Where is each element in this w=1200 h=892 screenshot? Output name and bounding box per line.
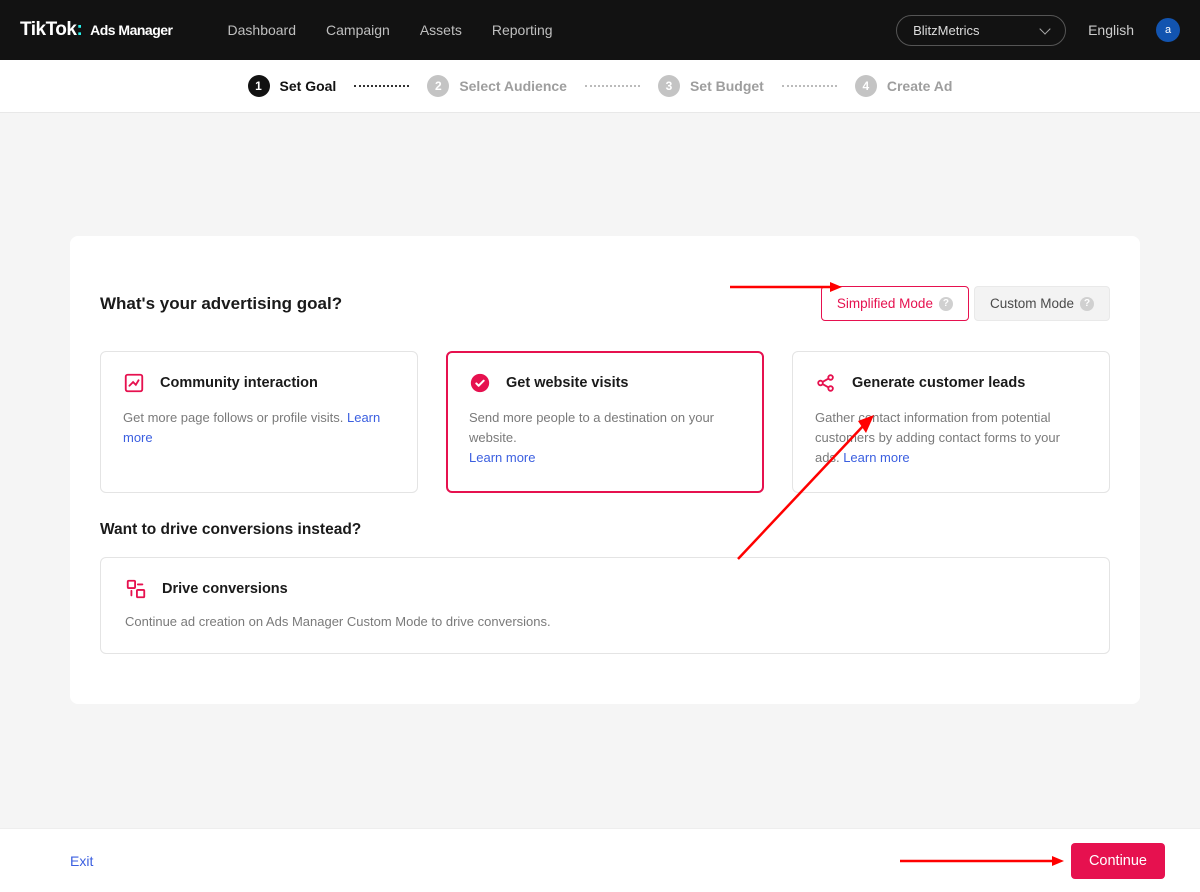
conversion-icon [125,578,147,600]
trend-up-icon [123,372,145,394]
exit-link[interactable]: Exit [70,853,93,869]
help-icon[interactable]: ? [939,297,953,311]
step-set-budget: 3 Set Budget [658,75,764,97]
custom-mode-button[interactable]: Custom Mode ? [974,286,1110,321]
chevron-down-icon [1039,23,1050,34]
learn-more-link[interactable]: Learn more [843,450,909,465]
step-set-goal: 1 Set Goal [248,75,337,97]
account-name: BlitzMetrics [913,23,979,38]
nav-reporting[interactable]: Reporting [492,22,553,38]
learn-more-link[interactable]: Learn more [469,450,535,465]
avatar[interactable]: a [1156,18,1180,42]
page-title: What's your advertising goal? [100,294,342,314]
language-selector[interactable]: English [1088,22,1134,38]
goal-drive-conversions[interactable]: Drive conversions Continue ad creation o… [100,557,1110,653]
conversion-subheading: Want to drive conversions instead? [100,521,1110,539]
goal-community-interaction[interactable]: Community interaction Get more page foll… [100,351,418,493]
footer-bar: Exit Continue [0,828,1200,892]
check-circle-icon [469,372,491,394]
step-connector [354,85,409,87]
nav-dashboard[interactable]: Dashboard [228,22,297,38]
top-nav-bar: TikTok: Ads Manager Dashboard Campaign A… [0,0,1200,60]
simplified-mode-button[interactable]: Simplified Mode ? [821,286,969,321]
step-select-audience: 2 Select Audience [427,75,567,97]
step-connector [585,85,640,87]
step-create-ad: 4 Create Ad [855,75,953,97]
goal-selection-panel: What's your advertising goal? Simplified… [70,236,1140,704]
nav-campaign[interactable]: Campaign [326,22,390,38]
stepper: 1 Set Goal 2 Select Audience 3 Set Budge… [0,60,1200,113]
continue-button[interactable]: Continue [1071,843,1165,879]
main-nav: Dashboard Campaign Assets Reporting [228,22,553,38]
help-icon[interactable]: ? [1080,297,1094,311]
goal-website-visits[interactable]: Get website visits Send more people to a… [446,351,764,493]
goal-generate-leads[interactable]: Generate customer leads Gather contact i… [792,351,1110,493]
step-connector [782,85,837,87]
mode-toggle: Simplified Mode ? Custom Mode ? [821,286,1110,321]
share-nodes-icon [815,372,837,394]
account-selector[interactable]: BlitzMetrics [896,15,1066,46]
nav-assets[interactable]: Assets [420,22,462,38]
tiktok-logo: TikTok: Ads Manager [20,19,173,41]
